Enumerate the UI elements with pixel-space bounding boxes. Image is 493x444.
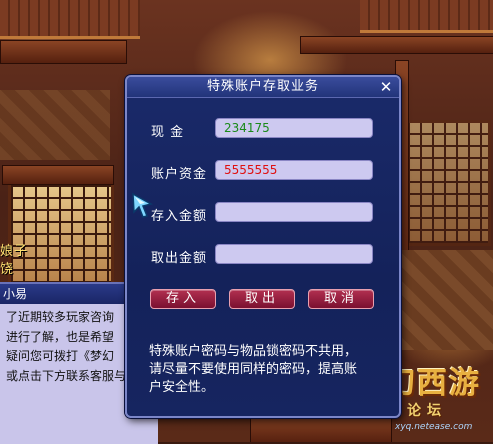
npc-name: 娘子 — [0, 244, 29, 259]
beam — [300, 36, 493, 54]
deposit-amount-input[interactable] — [215, 202, 373, 222]
roof-right — [360, 0, 493, 33]
notice-line: 户安全性。 — [149, 380, 215, 395]
account-funds-label: 账户资金 — [151, 167, 208, 182]
deposit-amount-label: 存入金额 — [151, 209, 208, 224]
dialog-title: 特殊账户存取业务 — [127, 77, 399, 98]
lattice-window — [405, 120, 491, 246]
beam — [2, 165, 114, 185]
cash-field: 234175 — [215, 118, 373, 138]
account-funds-field: 5555555 — [215, 160, 373, 180]
roof-left — [0, 0, 140, 39]
floor — [0, 90, 110, 160]
withdraw-button[interactable]: 取出 — [229, 289, 295, 309]
lattice-window — [8, 180, 114, 286]
floor — [400, 250, 493, 350]
beam — [0, 40, 127, 64]
logo-url: xyq.netease.com — [395, 422, 473, 432]
cursor-icon — [132, 192, 154, 218]
withdraw-amount-input[interactable] — [215, 244, 373, 264]
notice-line: 特殊账户密码与物品锁密码不共用， — [149, 344, 358, 359]
special-account-dialog: 特殊账户存取业务 ✕ 现 金 234175 账户资金 5555555 存入金额 … — [125, 75, 401, 418]
npc-name-line2: 饶 — [0, 262, 14, 277]
withdraw-amount-label: 取出金额 — [151, 251, 208, 266]
cash-label: 现 金 — [151, 125, 185, 140]
cancel-button[interactable]: 取消 — [308, 289, 374, 309]
close-icon[interactable]: ✕ — [377, 78, 395, 96]
deposit-button[interactable]: 存入 — [150, 289, 216, 309]
notice-line: 请尽量不要使用同样的密码，提高账 — [149, 362, 358, 377]
notice-text: 特殊账户密码与物品锁密码不共用， 请尽量不要使用同样的密码，提高账 户安全性。 — [149, 343, 385, 397]
